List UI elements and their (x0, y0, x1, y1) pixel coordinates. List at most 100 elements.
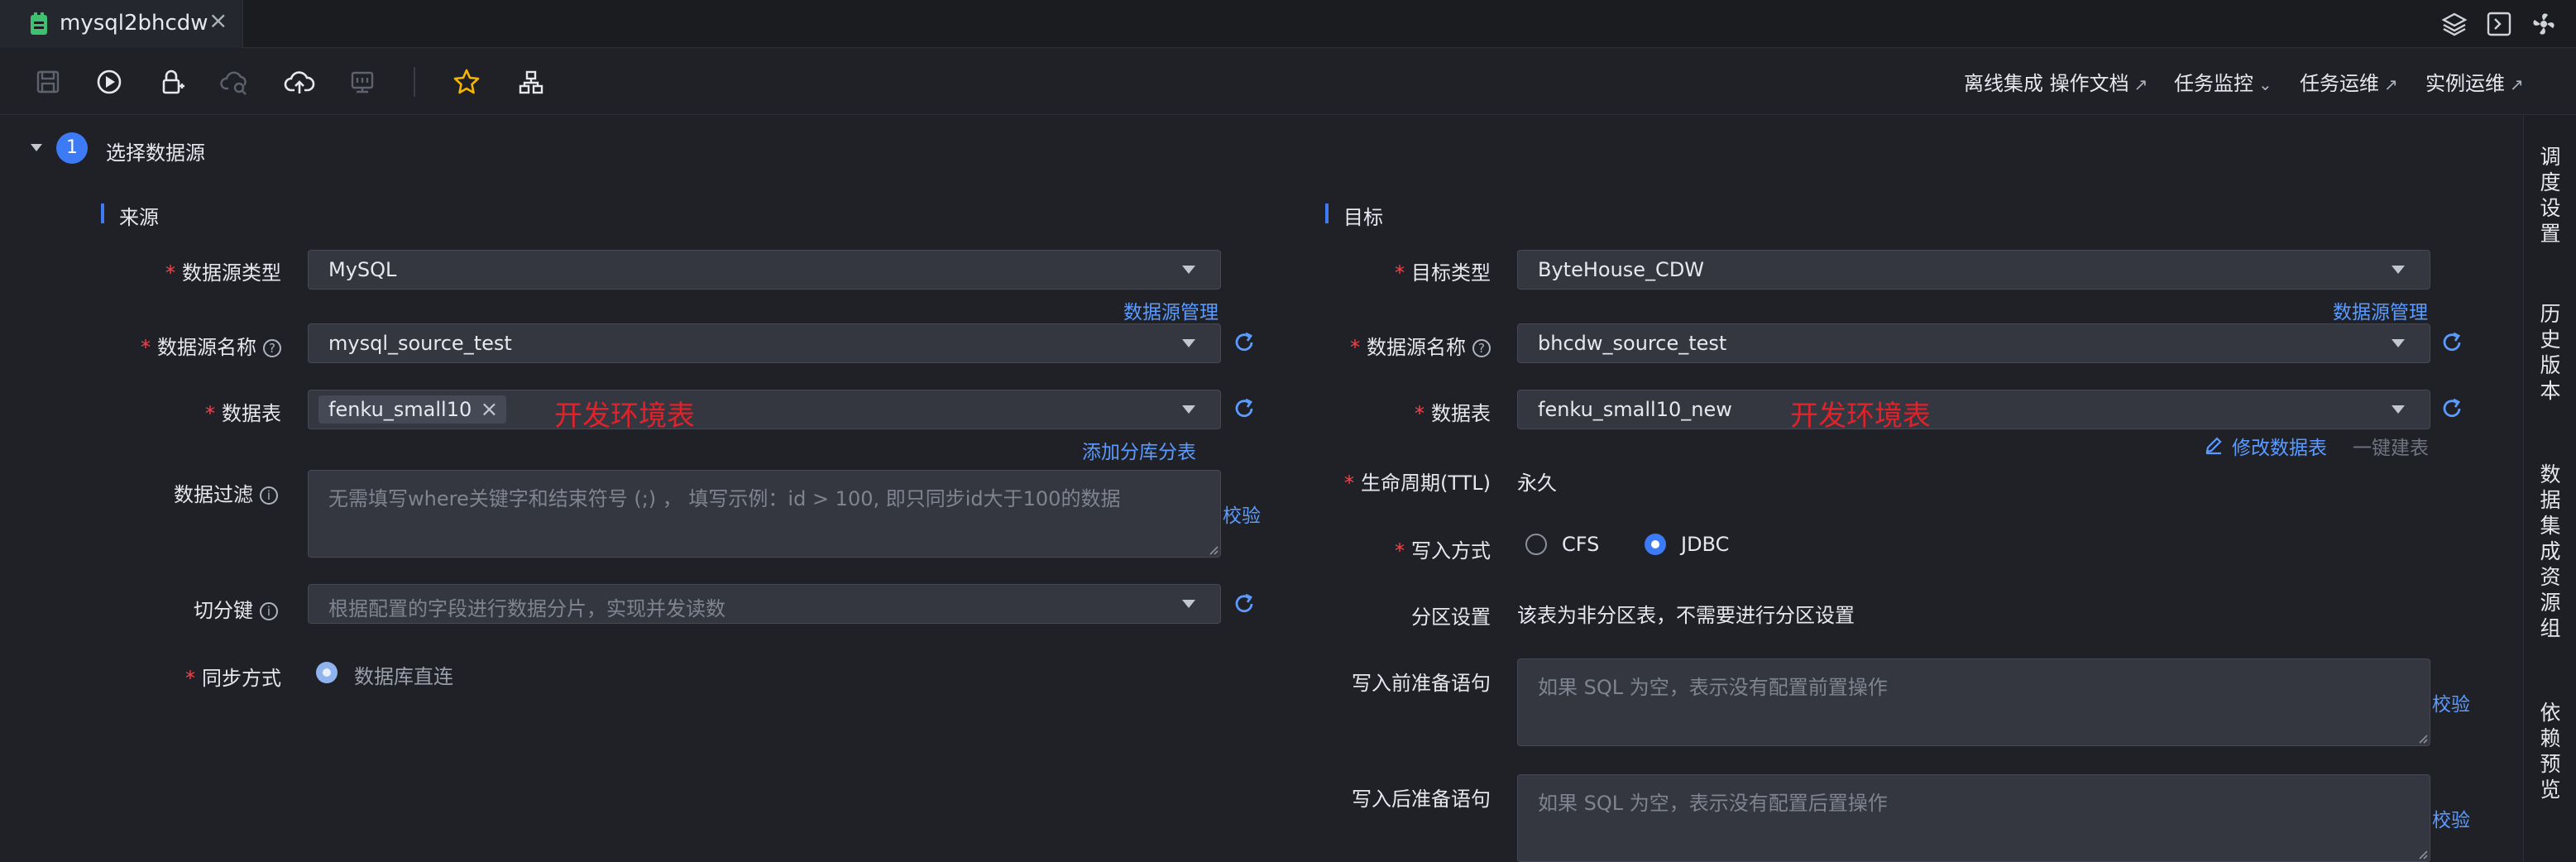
edit-icon[interactable] (2204, 435, 2224, 455)
caret-down-icon (2392, 266, 2405, 274)
help-icon[interactable]: ? (263, 339, 281, 357)
resize-grip-icon[interactable] (1207, 544, 1219, 555)
help-icon[interactable]: ? (1472, 339, 1491, 357)
collapse-caret-icon[interactable] (28, 141, 45, 154)
post-sql-validate-link[interactable]: 校验 (2432, 804, 2470, 832)
side-tab-resource-group[interactable]: 数据集成资源组 (2524, 462, 2576, 641)
source-table-label: * 数据表 (205, 402, 281, 425)
refresh-icon[interactable] (2439, 395, 2465, 422)
refresh-icon[interactable] (2439, 329, 2465, 356)
post-sql-textarea[interactable]: 如果 SQL 为空，表示没有配置后置操作 (1517, 774, 2430, 862)
run-icon[interactable] (93, 65, 126, 98)
database-task-icon (31, 12, 47, 35)
external-arrow-icon: ↗ (2384, 74, 2398, 94)
source-name-select[interactable]: mysql_source_test (308, 323, 1221, 363)
split-key-label: 切分键 i (194, 594, 278, 623)
one-click-create-link[interactable]: 一键建表 (2353, 432, 2429, 460)
source-type-select[interactable]: MySQL (308, 250, 1221, 290)
side-tab-schedule[interactable]: 调度设置 (2524, 144, 2576, 247)
side-tab-label: 依赖预览 (2540, 701, 2561, 802)
layers-icon[interactable] (2439, 8, 2470, 40)
step-number: 1 (56, 132, 88, 164)
target-table-value: fenku_small10_new (1538, 398, 1732, 421)
source-type-label: * 数据源类型 (165, 261, 281, 285)
split-key-placeholder: 根据配置的字段进行数据分片，实现并发读数 (328, 597, 725, 620)
modify-table-link[interactable]: 修改数据表 (2232, 432, 2327, 460)
target-type-label: * 目标类型 (1395, 261, 1491, 285)
cloud-search-icon[interactable] (218, 65, 251, 98)
source-type-value: MySQL (328, 258, 397, 281)
pre-sql-validate-link[interactable]: 校验 (2432, 688, 2470, 716)
task-monitor-dropdown[interactable]: 任务监控 ⌄ (2174, 67, 2272, 96)
write-jdbc-radio[interactable] (1645, 534, 1666, 555)
task-ops-link[interactable]: 任务运维 ↗ (2300, 67, 2398, 96)
ttl-label: * 生命周期(TTL) (1344, 472, 1491, 495)
target-name-label: * 数据源名称? (1350, 331, 1491, 360)
filter-validate-link[interactable]: 校验 (1223, 500, 1261, 528)
write-cfs-radio[interactable] (1525, 534, 1547, 555)
source-annotation: 开发环境表 (554, 400, 695, 433)
docs-link-label: 离线集成 操作文档 (1964, 72, 2129, 95)
side-panel: 调度设置 历史版本 数据集成资源组 依赖预览 (2523, 116, 2576, 862)
target-name-select[interactable]: bhcdw_source_test (1517, 323, 2430, 363)
side-tab-dependency[interactable]: 依赖预览 (2524, 700, 2576, 802)
info-icon[interactable]: i (260, 602, 278, 620)
resize-grip-icon[interactable] (2416, 732, 2428, 744)
sync-mode-label: * 同步方式 (185, 667, 281, 690)
instance-ops-link[interactable]: 实例运维 ↗ (2425, 67, 2524, 96)
tag-close-icon[interactable]: × (480, 395, 498, 424)
task-ops-label: 任务运维 (2300, 72, 2379, 95)
tab-mysql2bhcdw[interactable]: mysql2bhcdw × (0, 0, 243, 48)
cloud-upload-icon[interactable] (283, 65, 316, 98)
info-icon[interactable]: i (260, 486, 278, 505)
target-manage-link[interactable]: 数据源管理 (2333, 296, 2428, 324)
save-icon[interactable] (31, 65, 65, 98)
lock-icon[interactable] (156, 65, 189, 98)
filter-placeholder: 无需填写where关键字和结束符号 (;) ， 填写示例：id > 100, 即… (328, 487, 1121, 510)
star-icon[interactable] (450, 65, 483, 98)
docs-link[interactable]: 离线集成 操作文档 ↗ (1964, 67, 2147, 96)
target-group-bar (1325, 204, 1329, 223)
filter-label: 数据过滤 i (174, 478, 278, 507)
add-shard-link[interactable]: 添加分库分表 (1082, 436, 1196, 464)
resize-grip-icon[interactable] (2416, 848, 2428, 860)
external-arrow-icon: ↗ (2133, 74, 2148, 94)
preview-icon[interactable] (346, 65, 379, 98)
source-manage-link[interactable]: 数据源管理 (1123, 296, 1219, 324)
terminal-icon[interactable] (2483, 8, 2515, 40)
caret-down-icon (2392, 405, 2405, 414)
instance-ops-label: 实例运维 (2425, 72, 2505, 95)
pre-sql-textarea[interactable]: 如果 SQL 为空，表示没有配置前置操作 (1517, 658, 2430, 746)
required-mark: * (165, 261, 175, 285)
side-tab-history[interactable]: 历史版本 (2524, 301, 2576, 404)
tab-close-icon[interactable]: × (208, 9, 227, 32)
toolbar: 离线集成 操作文档 ↗ 任务监控 ⌄ 任务运维 ↗ 实例运维 ↗ (0, 49, 2576, 115)
target-table-select[interactable]: fenku_small10_new (1517, 390, 2430, 429)
sync-direct-radio[interactable] (316, 662, 338, 683)
write-jdbc-label: JDBC (1681, 533, 1730, 556)
side-tab-label: 调度设置 (2540, 145, 2561, 246)
side-tab-label: 数据集成资源组 (2540, 462, 2561, 640)
target-title: 目标 (1343, 206, 1383, 229)
filter-textarea[interactable]: 无需填写where关键字和结束符号 (;) ， 填写示例：id > 100, 即… (308, 470, 1221, 558)
target-type-select[interactable]: ByteHouse_CDW (1517, 250, 2430, 290)
target-type-value: ByteHouse_CDW (1538, 258, 1705, 281)
fan-settings-icon[interactable] (2528, 8, 2559, 40)
source-table-select[interactable]: fenku_small10 × (308, 390, 1221, 429)
refresh-icon[interactable] (1231, 329, 1257, 356)
external-arrow-icon: ↗ (2510, 74, 2524, 94)
partition-value: 该表为非分区表，不需要进行分区设置 (1517, 604, 1855, 627)
table-tag-label: fenku_small10 (328, 398, 472, 421)
source-name-label: * 数据源名称? (141, 331, 281, 360)
tab-bar: mysql2bhcdw × (0, 0, 2576, 48)
target-annotation: 开发环境表 (1790, 400, 1931, 433)
required-mark: * (1395, 539, 1405, 563)
refresh-icon[interactable] (1231, 395, 1257, 422)
caret-down-icon (1182, 266, 1195, 274)
split-key-select[interactable]: 根据配置的字段进行数据分片，实现并发读数 (308, 584, 1221, 624)
caret-down-icon (1182, 339, 1195, 347)
hierarchy-icon[interactable] (515, 65, 548, 98)
ttl-value: 永久 (1517, 472, 1557, 495)
side-tab-label: 历史版本 (2540, 302, 2561, 403)
refresh-icon[interactable] (1231, 591, 1257, 617)
